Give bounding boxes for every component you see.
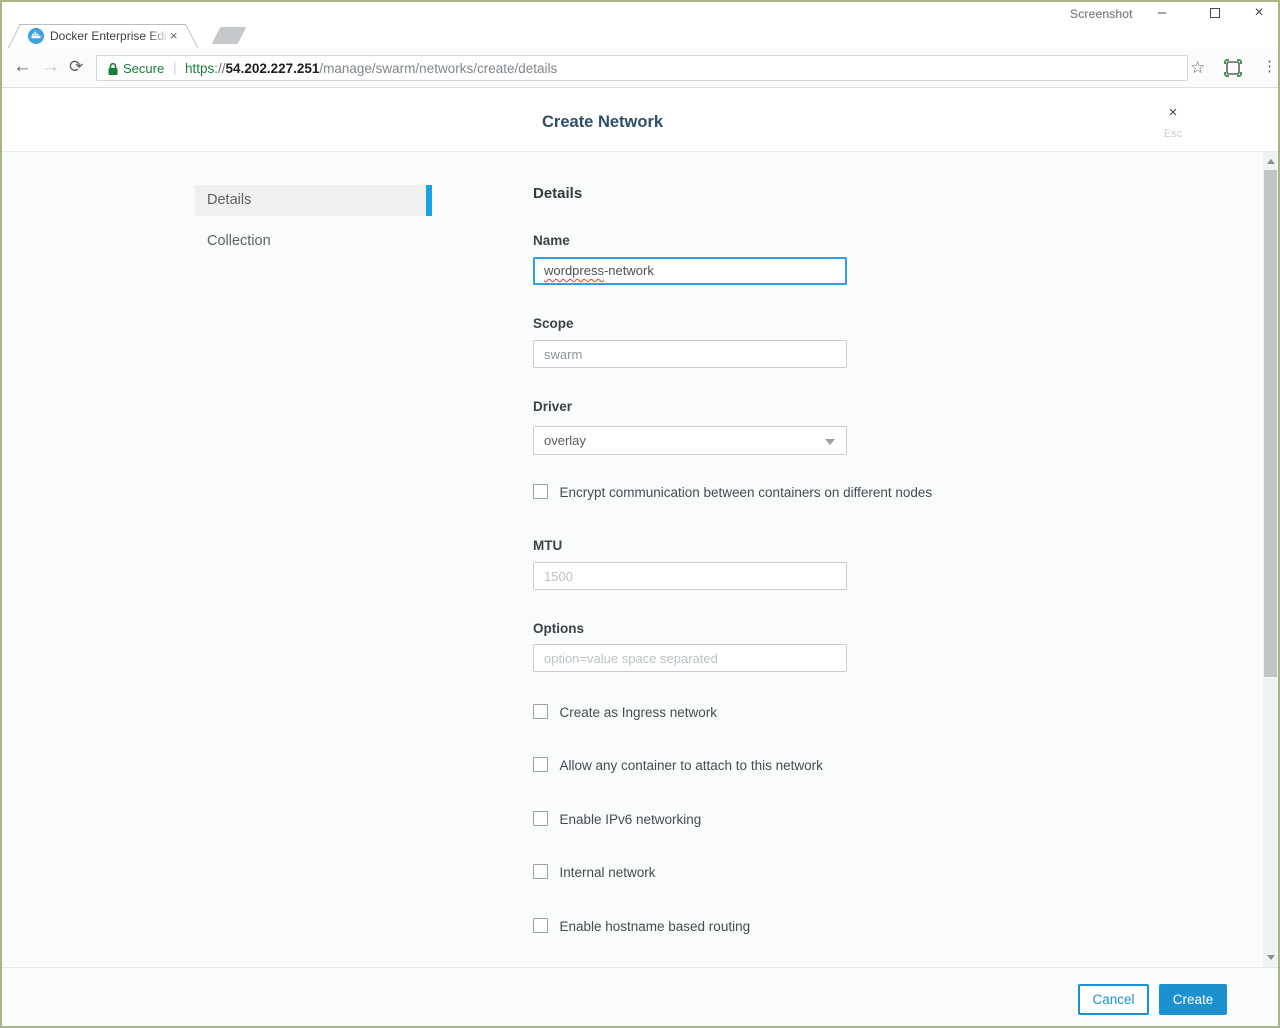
new-tab-button[interactable]	[212, 27, 247, 44]
secure-label: Secure	[123, 61, 164, 76]
ipv6-checkbox[interactable]	[533, 811, 548, 826]
modal-footer: Cancel Create	[2, 967, 1278, 1028]
address-bar[interactable]: Secure | https://54.202.227.251/manage/s…	[96, 55, 1188, 81]
internal-checkbox[interactable]	[533, 864, 548, 879]
mtu-input[interactable]	[533, 562, 847, 590]
nav-item-details[interactable]: Details	[195, 185, 432, 216]
tab-title-fade	[148, 29, 170, 44]
lock-icon	[107, 62, 119, 81]
cancel-button[interactable]: Cancel	[1078, 984, 1149, 1015]
driver-label: Driver	[533, 399, 572, 414]
tab-edge	[8, 24, 21, 48]
window-titlebar: Screenshot – ×	[2, 2, 1278, 24]
url-host: 54.202.227.251	[226, 61, 320, 76]
ipv6-checkbox-label: Enable IPv6 networking	[559, 812, 701, 827]
chevron-down-icon	[825, 439, 835, 445]
attach-checkbox-row: Allow any container to attach to this ne…	[533, 757, 823, 773]
window-title: Screenshot	[1070, 7, 1133, 21]
modal-title: Create Network	[542, 113, 663, 132]
screen-capture-extension-icon[interactable]	[1224, 59, 1242, 82]
options-input[interactable]	[533, 644, 847, 672]
modal-body: Details Collection Details Name wordpres…	[2, 152, 1278, 967]
browser-window: Screenshot – × Docker Enterprise Edition	[0, 0, 1280, 1028]
tab-close-icon[interactable]: ×	[170, 28, 178, 43]
name-value-misspelled: wordpress	[544, 263, 604, 278]
ingress-checkbox-row: Create as Ingress network	[533, 704, 717, 720]
tab-edge	[185, 24, 198, 48]
internal-checkbox-label: Internal network	[559, 865, 655, 880]
driver-select[interactable]: overlay	[533, 426, 847, 455]
minimize-button[interactable]: –	[1145, 4, 1179, 24]
docker-whale-icon	[28, 28, 44, 49]
chrome-menu-icon[interactable]: ⋮	[1262, 57, 1277, 75]
modal-header: Create Network × Esc	[2, 88, 1278, 152]
url-text: https://54.202.227.251/manage/swarm/netw…	[185, 61, 557, 76]
mtu-label: MTU	[533, 538, 562, 553]
maximize-button[interactable]	[1198, 4, 1232, 24]
scope-input[interactable]	[533, 340, 847, 368]
section-heading: Details	[533, 185, 582, 202]
bookmark-star-icon[interactable]: ☆	[1190, 58, 1205, 78]
encrypt-checkbox-row: Encrypt communication between containers…	[533, 484, 932, 500]
url-colon: ://	[214, 61, 225, 76]
url-scheme: https	[185, 61, 214, 76]
modal-side-nav: Details Collection	[195, 185, 432, 257]
internal-checkbox-row: Internal network	[533, 864, 656, 880]
encrypt-checkbox[interactable]	[533, 484, 548, 499]
attach-checkbox-label: Allow any container to attach to this ne…	[559, 758, 822, 773]
options-label: Options	[533, 621, 584, 636]
hostname-routing-checkbox[interactable]	[533, 918, 548, 933]
hostname-routing-checkbox-label: Enable hostname based routing	[559, 919, 750, 934]
scroll-up-icon[interactable]	[1267, 159, 1275, 164]
maximize-icon	[1210, 8, 1220, 18]
scroll-down-icon[interactable]	[1267, 955, 1275, 960]
modal-close-icon[interactable]: ×	[1162, 104, 1184, 121]
reload-icon[interactable]: ⟳	[69, 56, 83, 78]
ingress-checkbox[interactable]	[533, 704, 548, 719]
window-close-button[interactable]: ×	[1242, 4, 1276, 24]
nav-item-collection[interactable]: Collection	[195, 226, 432, 257]
driver-value: overlay	[544, 433, 586, 448]
ingress-checkbox-label: Create as Ingress network	[559, 705, 717, 720]
name-value-rest: -network	[604, 263, 654, 278]
create-button[interactable]: Create	[1159, 984, 1227, 1015]
name-input[interactable]: wordpress-network	[533, 257, 847, 285]
name-label: Name	[533, 233, 570, 248]
attach-checkbox[interactable]	[533, 757, 548, 772]
url-path: /manage/swarm/networks/create/details	[319, 61, 557, 76]
hostname-routing-checkbox-row: Enable hostname based routing	[533, 918, 750, 934]
browser-toolbar: ← → ⟳ Secure | https://54.202.227.251/ma…	[2, 48, 1278, 88]
back-icon[interactable]: ←	[13, 56, 32, 78]
forward-icon: →	[41, 56, 60, 78]
ipv6-checkbox-row: Enable IPv6 networking	[533, 811, 701, 827]
scrollbar-thumb[interactable]	[1264, 170, 1277, 677]
tab-edge	[19, 24, 186, 25]
vertical-scrollbar[interactable]	[1263, 152, 1278, 967]
tab-strip: Docker Enterprise Edition ×	[2, 24, 1278, 48]
scope-label: Scope	[533, 316, 574, 331]
encrypt-checkbox-label: Encrypt communication between containers…	[559, 485, 932, 500]
url-separator: |	[173, 59, 177, 75]
browser-tab[interactable]: Docker Enterprise Edition ×	[22, 26, 184, 46]
esc-hint-label: Esc	[1160, 128, 1186, 140]
